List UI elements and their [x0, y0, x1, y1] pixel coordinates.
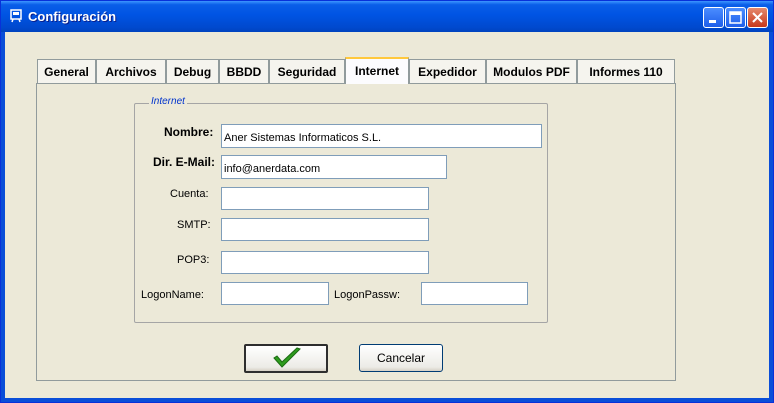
smtp-label: SMTP:: [177, 219, 211, 231]
pop3-label: POP3:: [177, 254, 210, 266]
cancel-button[interactable]: Cancelar: [359, 344, 443, 372]
tab-expedidor[interactable]: Expedidor: [409, 59, 486, 83]
config-window: Configuración General Archivos Debug BBD…: [0, 0, 774, 403]
tab-internet[interactable]: Internet: [345, 57, 409, 84]
ok-button[interactable]: [244, 344, 328, 373]
window-frame-left: [1, 32, 5, 402]
window-frame-bottom: [1, 398, 773, 402]
minimize-button[interactable]: [703, 7, 724, 28]
tab-general[interactable]: General: [37, 59, 96, 83]
tab-modulos-pdf[interactable]: Modulos PDF: [486, 59, 577, 83]
email-field[interactable]: [221, 155, 447, 179]
nombre-label: Nombre:: [164, 125, 214, 139]
close-button[interactable]: [747, 7, 768, 28]
logonpassw-field[interactable]: [421, 282, 528, 305]
maximize-icon: [729, 11, 742, 24]
logonpassw-label: LogonPassw:: [334, 289, 401, 301]
smtp-field[interactable]: [221, 218, 429, 241]
title-bar[interactable]: Configuración: [1, 1, 773, 32]
cuenta-label: Cuenta:: [170, 188, 209, 200]
tab-bbdd[interactable]: BBDD: [219, 59, 269, 83]
checkmark-icon: [273, 347, 301, 368]
nombre-field[interactable]: [221, 124, 542, 148]
logonname-field[interactable]: [221, 282, 329, 305]
tab-seguridad[interactable]: Seguridad: [269, 59, 345, 83]
tab-archivos[interactable]: Archivos: [96, 59, 166, 83]
close-icon: [752, 12, 763, 23]
email-label: Dir. E-Mail:: [153, 155, 216, 169]
app-icon: [9, 9, 23, 23]
minimize-icon: [709, 20, 716, 23]
tab-informes-110[interactable]: Informes 110: [577, 59, 675, 83]
pop3-field[interactable]: [221, 251, 429, 274]
tab-debug[interactable]: Debug: [166, 59, 219, 83]
logonname-label: LogonName:: [141, 289, 204, 301]
window-frame-right: [769, 32, 773, 402]
window-title: Configuración: [28, 9, 117, 24]
cuenta-field[interactable]: [221, 187, 429, 210]
maximize-button[interactable]: [725, 7, 746, 28]
groupbox-legend: Internet: [149, 96, 187, 107]
